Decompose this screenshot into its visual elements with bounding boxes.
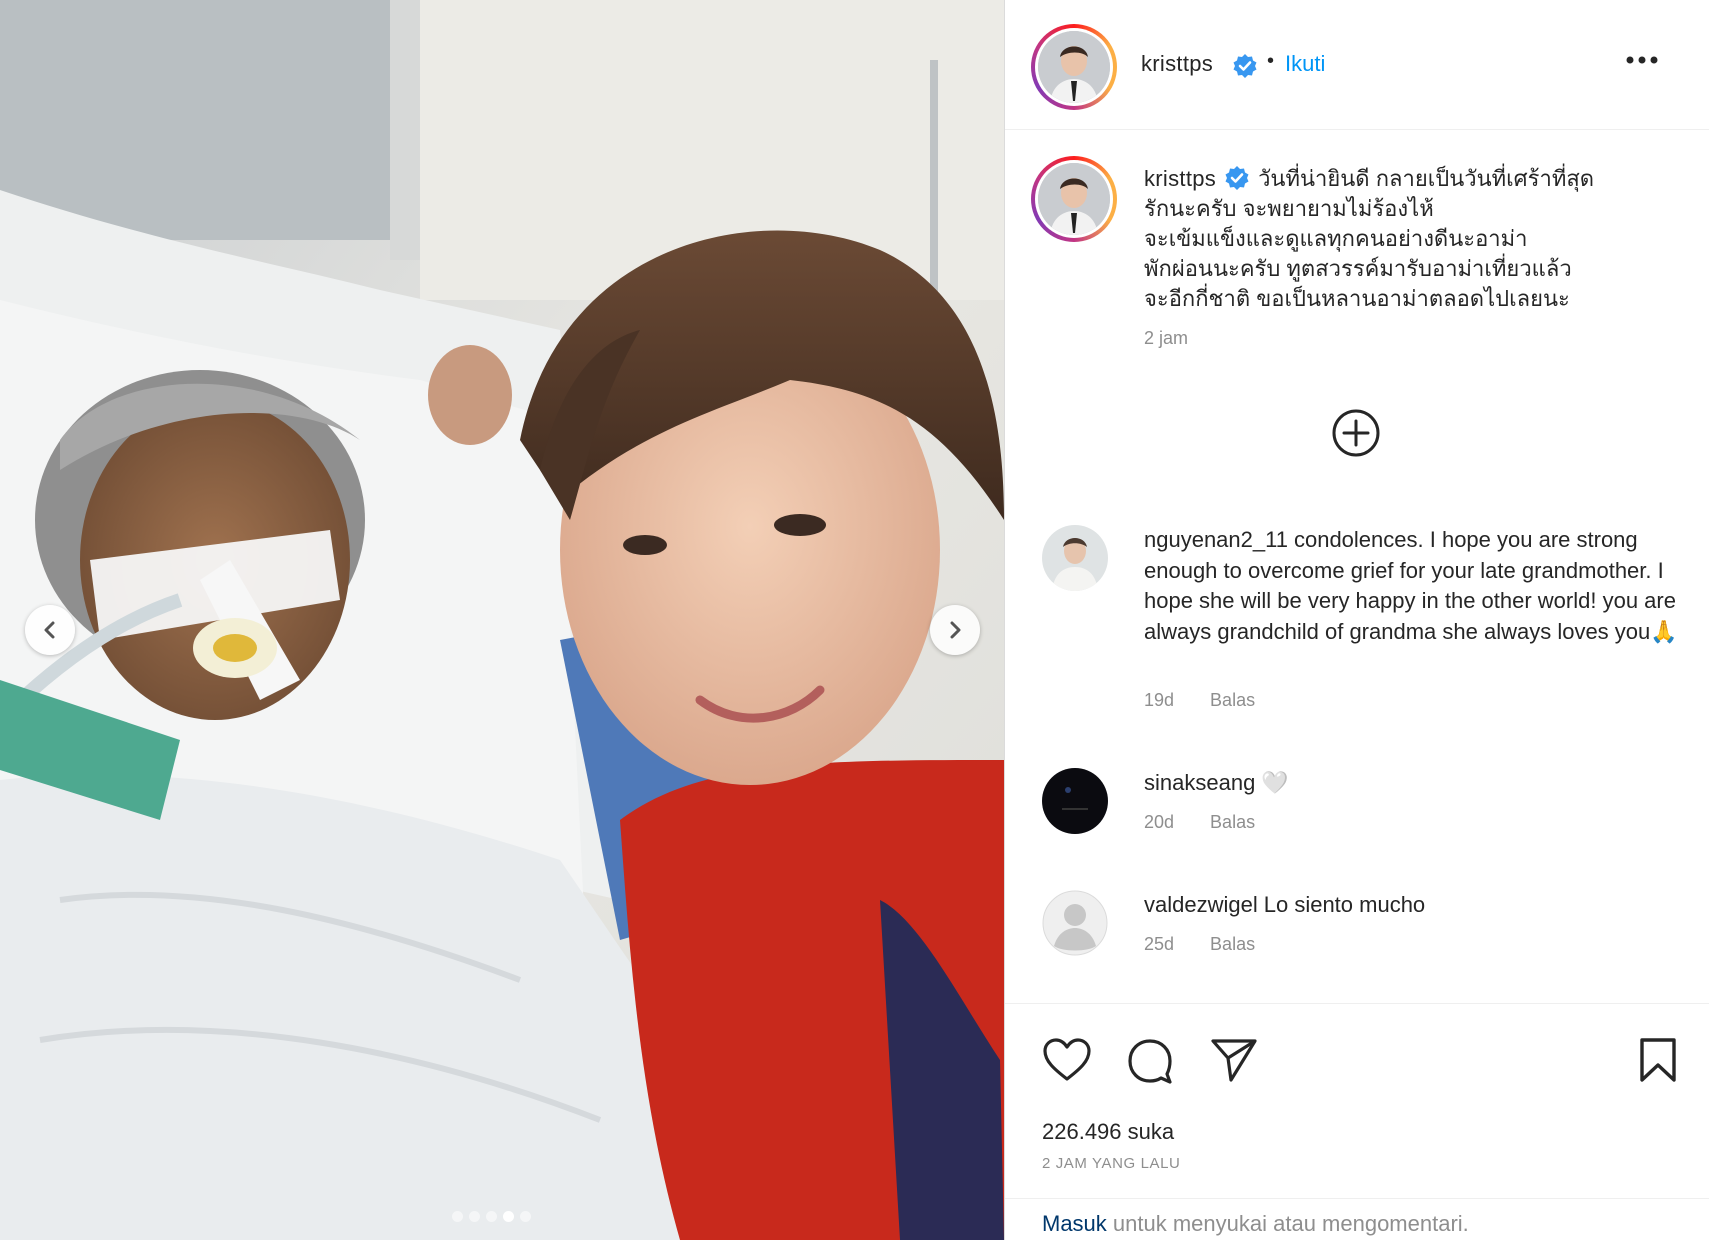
caption-line: พักผ่อนนะครับ ทูตสวรรค์มารับอาม่าเที่ยวแ… (1144, 256, 1572, 281)
caption-line: รักนะครับ จะพยายามไม่ร้องไห้ (1144, 196, 1434, 221)
caption-author-avatar[interactable] (1031, 156, 1117, 242)
reply-button[interactable]: Balas (1210, 812, 1255, 832)
comment-time[interactable]: 20d (1144, 812, 1174, 832)
caption-line: จะเข้มแข็งและดูแลทุกคนอย่างดีนะอาม่า (1144, 226, 1528, 251)
more-options-icon[interactable] (1625, 54, 1659, 66)
carousel-dot (469, 1211, 480, 1222)
login-link[interactable]: Masuk (1042, 1211, 1107, 1236)
commenter-avatar[interactable] (1042, 890, 1108, 956)
comment-body: sinakseang 🤍 (1144, 768, 1684, 799)
comment-meta: 20d Balas (1144, 812, 1291, 833)
comment-username[interactable]: sinakseang (1144, 770, 1255, 795)
login-prompt-text: untuk menyukai atau mengomentari. (1106, 1211, 1469, 1236)
caption-username[interactable]: kristtps (1144, 166, 1216, 191)
caption-line: จะอีกกี่ชาติ ขอเป็นหลานอาม่าตลอดไปเลยนะ (1144, 286, 1570, 311)
post-photo (0, 0, 1004, 1240)
reply-button[interactable]: Balas (1210, 690, 1255, 710)
comment-time[interactable]: 25d (1144, 934, 1174, 954)
carousel-dot (503, 1211, 514, 1222)
caption-line: kristtps วันที่น่ายินดี กลายเป็นวันที่เศ… (1144, 164, 1684, 194)
comment-text: 🤍 (1261, 770, 1289, 795)
carousel-indicator (452, 1211, 531, 1222)
post-actions: 226.496 suka 2 JAM YANG LALU Masuk untuk… (1005, 1003, 1710, 1240)
caption-avatar-image (1038, 163, 1110, 235)
save-bookmark-icon[interactable] (1638, 1037, 1678, 1083)
caption-timestamp[interactable]: 2 jam (1144, 328, 1188, 349)
post-side-panel: kristtps • Ikuti kristtps วันที่น่ายินดี… (1004, 0, 1710, 1240)
carousel-dot (486, 1211, 497, 1222)
commenter-avatar[interactable] (1042, 768, 1108, 834)
reply-button[interactable]: Balas (1210, 934, 1255, 954)
verified-badge-icon (1225, 166, 1249, 190)
post-timestamp: 2 JAM YANG LALU (1042, 1155, 1181, 1172)
share-paper-plane-icon[interactable] (1210, 1037, 1258, 1083)
login-prompt: Masuk untuk menyukai atau mengomentari. (1005, 1198, 1710, 1240)
chevron-left-icon (44, 621, 55, 639)
likes-count[interactable]: 226.496 suka (1042, 1119, 1174, 1145)
author-avatar-image (1038, 31, 1110, 103)
comment-meta: 25d Balas (1144, 934, 1291, 955)
author-username[interactable]: kristtps (1141, 51, 1213, 77)
comment-time[interactable]: 19d (1144, 690, 1174, 710)
load-more-comments-icon[interactable] (1331, 408, 1381, 458)
header-separator: • (1267, 50, 1275, 72)
commenter-avatar[interactable] (1042, 525, 1108, 591)
follow-button[interactable]: Ikuti (1285, 51, 1325, 77)
caption-line-text: วันที่น่ายินดี กลายเป็นวันที่เศร้าที่สุด (1258, 166, 1595, 191)
comment-body: nguyenan2_11 condolences. I hope you are … (1144, 525, 1684, 647)
comment-username[interactable]: nguyenan2_11 (1144, 527, 1288, 552)
post-media[interactable] (0, 0, 1004, 1240)
comment-text: Lo siento mucho (1263, 892, 1426, 917)
like-heart-icon[interactable] (1042, 1037, 1092, 1083)
comment-username[interactable]: valdezwigel (1144, 892, 1258, 917)
comment-body: valdezwigel Lo siento mucho (1144, 890, 1684, 921)
comment-meta: 19d Balas (1144, 690, 1291, 711)
page-edge (1709, 0, 1713, 1240)
verified-badge-icon (1233, 54, 1257, 78)
chevron-right-icon (950, 621, 961, 639)
author-avatar[interactable] (1031, 24, 1117, 110)
caption-text: kristtps วันที่น่ายินดี กลายเป็นวันที่เศ… (1144, 164, 1684, 314)
carousel-dot (520, 1211, 531, 1222)
post-header: kristtps • Ikuti (1005, 0, 1710, 130)
comment-bubble-icon[interactable] (1126, 1037, 1174, 1085)
carousel-dot (452, 1211, 463, 1222)
carousel-prev-button[interactable] (25, 605, 75, 655)
carousel-next-button[interactable] (930, 605, 980, 655)
